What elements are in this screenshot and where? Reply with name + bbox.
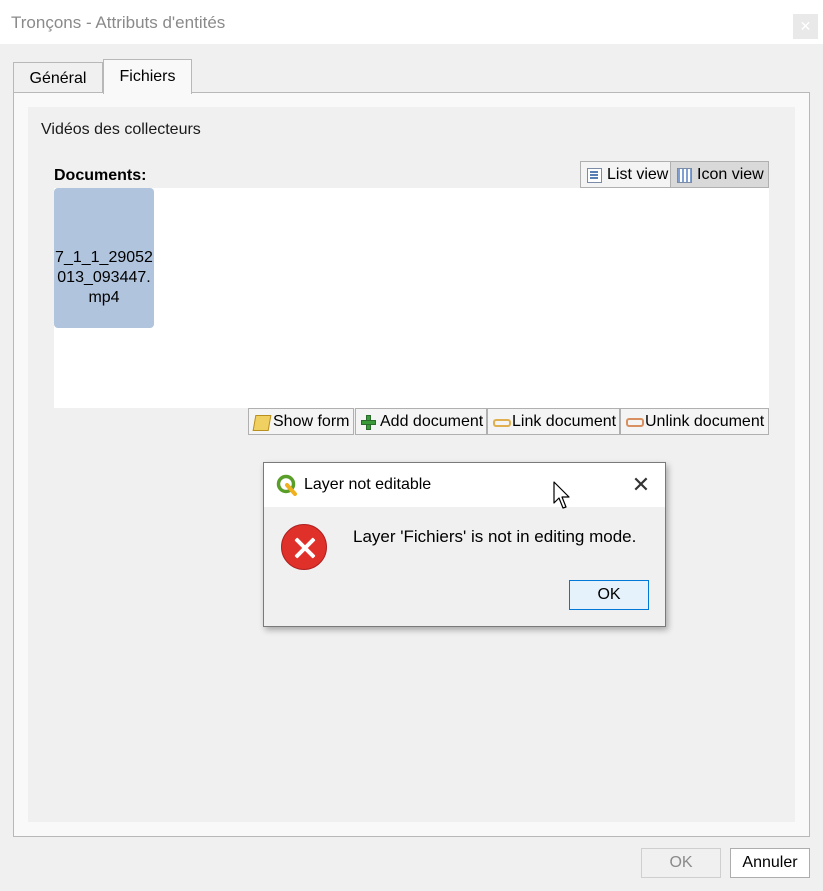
group-title: Vidéos des collecteurs bbox=[41, 121, 201, 138]
cancel-button[interactable]: Annuler bbox=[730, 848, 810, 878]
link-document-label: Link document bbox=[512, 413, 617, 430]
add-document-button[interactable]: Add document bbox=[355, 408, 487, 435]
add-document-label: Add document bbox=[380, 413, 484, 430]
error-icon bbox=[281, 524, 327, 570]
window-close-button[interactable]: ✕ bbox=[793, 14, 818, 39]
message-text: Layer 'Fichiers' is not in editing mode. bbox=[353, 527, 637, 546]
ok-button[interactable]: OK bbox=[641, 848, 721, 878]
pencil-icon bbox=[252, 415, 272, 431]
unlink-icon bbox=[626, 418, 644, 427]
plus-icon bbox=[361, 415, 376, 430]
icon-view-button[interactable]: Icon view bbox=[670, 161, 769, 188]
documents-label: Documents: bbox=[54, 167, 147, 184]
unlink-document-label: Unlink document bbox=[645, 413, 765, 430]
show-form-button[interactable]: Show form bbox=[248, 408, 354, 435]
message-box-title: Layer not editable bbox=[304, 476, 432, 493]
list-view-icon bbox=[587, 168, 602, 183]
unlink-document-button[interactable]: Unlink document bbox=[620, 408, 769, 435]
mouse-cursor-icon bbox=[553, 481, 570, 509]
tab-fichiers[interactable]: Fichiers bbox=[103, 59, 192, 94]
tab-general[interactable]: Général bbox=[13, 62, 103, 93]
list-view-button[interactable]: List view bbox=[580, 161, 671, 188]
message-ok-button[interactable]: OK bbox=[569, 580, 649, 610]
link-document-button[interactable]: Link document bbox=[487, 408, 620, 435]
documents-list[interactable] bbox=[54, 188, 769, 408]
message-box-close-button[interactable]: ✕ bbox=[626, 472, 656, 498]
show-form-label: Show form bbox=[273, 413, 350, 430]
icon-view-label: Icon view bbox=[697, 166, 764, 183]
document-name: 7_1_1_29052013_093447.mp4 bbox=[55, 249, 153, 306]
grid-view-icon bbox=[677, 168, 692, 183]
list-view-label: List view bbox=[607, 166, 669, 183]
link-icon bbox=[493, 419, 511, 427]
qgis-logo-icon bbox=[276, 474, 297, 496]
window-title: Tronçons - Attributs d'entités bbox=[11, 13, 226, 32]
